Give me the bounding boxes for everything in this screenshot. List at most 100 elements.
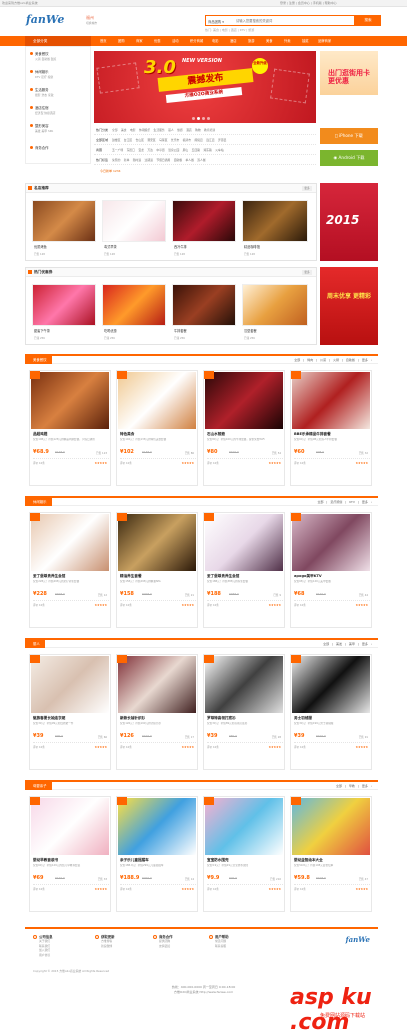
deal-comments[interactable]: 评价 10条	[33, 887, 45, 891]
deal-name[interactable]: BBE乐承精品牛排套餐	[294, 432, 331, 437]
section-tag[interactable]: 美食餐饮	[25, 356, 52, 364]
menu-item[interactable]: 美食餐饮 火锅 自助餐 甜点	[30, 51, 56, 61]
section-tag[interactable]: 丽人	[25, 640, 45, 648]
user-links[interactable]: 登录 | 注册 | 会员中心 | 手机版 | 帮助中心	[280, 1, 337, 5]
deal-name[interactable]: 亲子乐儿童摇摆车	[120, 858, 149, 863]
nav-item[interactable]: 美食	[266, 36, 273, 46]
deal-name[interactable]: 宝宝防水围兜	[207, 858, 229, 863]
nav-item[interactable]: 抽奖	[302, 36, 309, 46]
coupon-image[interactable]	[102, 284, 166, 326]
nav-item[interactable]: 外卖	[284, 36, 291, 46]
deal-image[interactable]	[205, 372, 283, 429]
deal-card[interactable]: BBE乐承精品牛排套餐 仅售60元！价值98元的双人牛排套餐 ¥60 ¥98.0 已售 …	[290, 370, 372, 486]
deal-name[interactable]: 魅族春夏长袖连衣裙	[33, 716, 65, 721]
subcategory-links[interactable]: 全部 | 美发 | 美甲 | 更多 ›	[323, 642, 372, 646]
menu-item[interactable]: 生活服务 摄影 洗衣 家政	[30, 87, 54, 97]
deal-comments[interactable]: 评价 10条	[120, 461, 132, 465]
nav-item[interactable]: 酒店	[230, 36, 237, 46]
deal-image[interactable]	[31, 514, 109, 571]
deal-image[interactable]	[292, 656, 370, 713]
menu-item[interactable]: 休闲娱乐 KTV 足疗 按摩	[30, 69, 53, 79]
deal-image[interactable]	[31, 798, 109, 855]
search-button[interactable]: 搜索	[355, 15, 381, 26]
nav-item[interactable]: 优惠	[154, 36, 161, 46]
promo-ad-2015[interactable]: 2015	[320, 183, 378, 261]
deal-image[interactable]	[205, 656, 283, 713]
shop-image[interactable]	[242, 200, 308, 242]
deal-comments[interactable]: 评价 10条	[33, 461, 45, 465]
shop-name[interactable]: 粤式早茶	[104, 244, 117, 249]
deal-comments[interactable]: 评价 10条	[120, 745, 132, 749]
deal-card[interactable]: 婴幼益智绘本大全 仅售59.8元！价值108元益智绘本 ¥59.8 ¥108.0 已售 …	[290, 796, 372, 912]
shop-image[interactable]	[172, 200, 236, 242]
deal-card[interactable]: 品超鸡翅 仅售108元！价值128元的精品鸡翅套餐，节假日通用 ¥68.9 ¥128.…	[29, 370, 111, 486]
nav-item[interactable]: 商家	[136, 36, 143, 46]
shop-name[interactable]: 精品咖啡馆	[244, 244, 260, 249]
deal-image[interactable]	[31, 372, 109, 429]
coupon-name[interactable]: 牛排套餐	[174, 328, 187, 333]
deal-name[interactable]: 婴幼益智绘本大全	[294, 858, 323, 863]
deal-image[interactable]	[31, 656, 109, 713]
deal-name[interactable]: 爱丁堡尊贵养生会馆	[207, 574, 239, 579]
deal-image[interactable]	[118, 514, 196, 571]
deal-comments[interactable]: 评价 10条	[207, 461, 219, 465]
site-logo[interactable]: fanWe	[26, 13, 64, 26]
deal-comments[interactable]: 评价 10条	[207, 603, 219, 607]
nav-item[interactable]: 积分商城	[190, 36, 203, 46]
deal-name[interactable]: 爱丁堡尊贵养生会馆	[33, 574, 65, 579]
deal-image[interactable]	[118, 372, 196, 429]
hero-banner[interactable]: 3.0 NEW VERSION 震撼发布 方维O2O商业系统 全新升级	[94, 51, 316, 123]
deal-card[interactable]: 特色美食 仅售102元！价值138元的特色美食套餐 ¥102 ¥138.0 已售 86 评…	[116, 370, 198, 486]
deal-name[interactable]: 婴幼早教套装书	[33, 858, 58, 863]
search-category-select[interactable]: 商品团购 ▾	[208, 19, 224, 24]
deal-name[interactable]: 品超鸡翅	[33, 432, 47, 437]
deal-image[interactable]	[118, 798, 196, 855]
subcategory-links[interactable]: 全部 | 足疗按摩 | KTV | 更多 ›	[317, 500, 372, 504]
search-input[interactable]	[236, 17, 346, 24]
deal-card[interactable]: 爱丁堡尊贵养生会馆 仅售188元！价值388元的养生套餐 ¥188 ¥388.0 已售 …	[203, 512, 285, 628]
android-download-button[interactable]: ◉ Android 下载	[320, 150, 378, 166]
menu-item[interactable]: 酒店住宿 经济型 快捷酒店	[30, 105, 55, 115]
nav-item[interactable]: 品牌商家	[318, 36, 331, 46]
section-tag[interactable]: 母婴亲子	[25, 782, 52, 790]
nav-item[interactable]: 团购	[118, 36, 125, 46]
deal-card[interactable]: 精油养生套餐 仅售158元！价值298元的精油SPA ¥158 ¥298.0 已售 21…	[116, 512, 198, 628]
footer-link[interactable]: 联系客服	[209, 944, 269, 949]
deal-comments[interactable]: 评价 10条	[294, 603, 306, 607]
deal-name[interactable]: 石山水煎鲍	[207, 432, 225, 437]
filter-values[interactable]: 全部 美食 电影 休闲娱乐 生活服务 丽人 旅游 酒店 购物 教育培训	[112, 128, 215, 132]
deal-card[interactable]: 新款长袖针织衫 仅售126元！价值199元的针织开衫 ¥126 ¥199.0 已售 17…	[116, 654, 198, 770]
deal-card[interactable]: 魅族春夏长袖连衣裙 仅售39元！价值99元的连衣裙一件 ¥39 ¥99.0 已售 66 评…	[29, 654, 111, 770]
deal-comments[interactable]: 评价 10条	[294, 745, 306, 749]
footer-link[interactable]: 用户协议	[33, 953, 93, 958]
deal-name[interactable]: apogo美甲KTV	[294, 574, 322, 579]
deal-card[interactable]: 男士羽绒服 仅售39元！价值199元男士羽绒服 ¥39 ¥199.0 已售 91 评价 1…	[290, 654, 372, 770]
more-link[interactable]: 更多	[302, 186, 312, 191]
city-selector[interactable]: 福州 切换城市	[86, 15, 97, 25]
deal-name[interactable]: 新款长袖针织衫	[120, 716, 145, 721]
nav-item[interactable]: 活动	[172, 36, 179, 46]
section-tag[interactable]: 休闲娱乐	[25, 498, 52, 506]
deal-card[interactable]: 爱丁堡尊贵养生会馆 仅售228元！价值498元的足疗养生套餐 ¥228 ¥498.0 已…	[29, 512, 111, 628]
deal-image[interactable]	[205, 798, 283, 855]
nav-item[interactable]: 旅游	[248, 36, 255, 46]
deal-comments[interactable]: 评价 10条	[294, 461, 306, 465]
iphone-download-button[interactable]:  iPhone 下载	[320, 128, 378, 144]
side-ad[interactable]: 出门逛街用卡更优惠	[320, 51, 378, 95]
deal-comments[interactable]: 评价 10条	[120, 603, 132, 607]
coupon-name[interactable]: 吃喝优惠	[104, 328, 117, 333]
more-link[interactable]: 更多	[302, 270, 312, 275]
footer-link[interactable]: 新浪微博	[95, 944, 155, 949]
footer-link[interactable]: 友情链接	[153, 944, 213, 949]
coupon-name[interactable]: 甜蜜下午茶	[34, 328, 50, 333]
deal-card[interactable]: 亲子乐儿童摇摆车 仅售188.9元！价值299元儿童摇摆车 ¥188.9 ¥299.0…	[116, 796, 198, 912]
deal-comments[interactable]: 评价 10条	[120, 887, 132, 891]
carousel-dots[interactable]	[192, 117, 218, 120]
promo-ad-weekend[interactable]: 周末优享 更精彩	[320, 267, 378, 345]
subcategory-links[interactable]: 全部 | 早教 | 更多 ›	[336, 784, 372, 788]
deal-image[interactable]	[205, 514, 283, 571]
deal-name[interactable]: 男士羽绒服	[294, 716, 312, 721]
deal-comments[interactable]: 评价 10条	[207, 745, 219, 749]
deal-card[interactable]: 石山水煎鲍 仅售80元！价值100元的牛排套餐，提供免费WiFi ¥80 ¥100.0…	[203, 370, 285, 486]
deal-image[interactable]	[292, 372, 370, 429]
